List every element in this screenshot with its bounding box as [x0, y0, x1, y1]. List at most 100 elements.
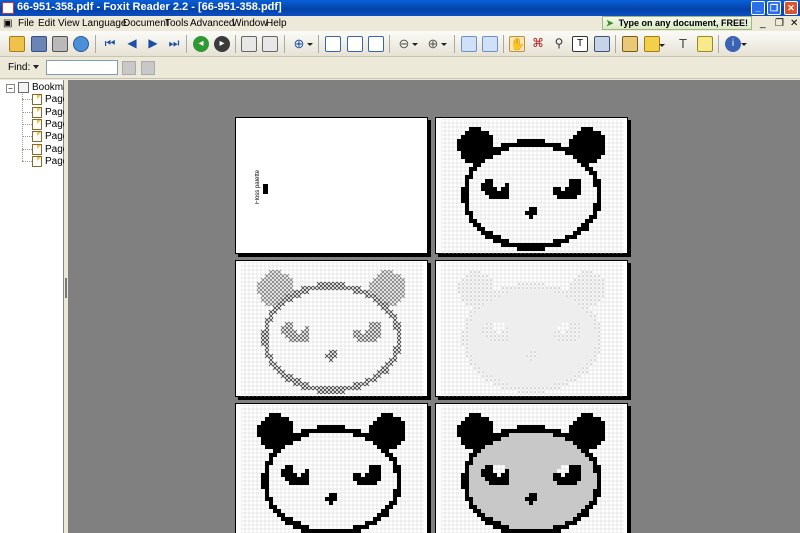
stitch-cell [509, 513, 513, 517]
stitch-cross [388, 297, 394, 303]
stitch-dot [526, 391, 528, 393]
stitch-cell [461, 151, 465, 155]
mdi-close-button[interactable]: ✕ [790, 18, 798, 29]
bookmark-panel-icon[interactable] [461, 36, 477, 52]
document-menu-icon[interactable]: ▣ [3, 18, 12, 29]
single-page-icon[interactable] [325, 36, 341, 52]
go-forward-icon[interactable]: ▸ [214, 36, 230, 52]
menu-help[interactable]: Help [266, 18, 287, 29]
snapshot-icon[interactable] [594, 36, 610, 52]
promo-banner[interactable]: ➤ Type on any document, FREE! [602, 16, 752, 30]
stitch-cell [513, 473, 517, 477]
zoom-in-icon[interactable]: ⊕ [291, 36, 313, 52]
stitch-cell [509, 310, 513, 314]
stitch-cell [577, 417, 581, 421]
thumbnail-panel-icon[interactable] [482, 36, 498, 52]
copy-page-icon[interactable] [262, 36, 278, 52]
stitch-cell [281, 421, 285, 425]
stitch-cell [565, 497, 569, 501]
stitch-cell [533, 461, 537, 465]
stitch-dot [578, 327, 580, 329]
stitch-cell [573, 473, 577, 477]
pdf-page-4[interactable] [435, 260, 628, 397]
save-icon[interactable] [31, 36, 47, 52]
stitch-cell [537, 481, 541, 485]
find-icon[interactable]: ⚲ [551, 36, 567, 52]
previous-page-icon[interactable]: ◀ [124, 36, 140, 52]
mdi-restore-button[interactable]: ❐ [775, 18, 784, 29]
next-page-icon[interactable]: ▶ [145, 36, 161, 52]
stitch-dot [586, 275, 588, 277]
stitch-cell [529, 461, 533, 465]
menu-file[interactable]: File [18, 18, 34, 29]
stitch-cell [581, 429, 585, 433]
info-icon[interactable]: i [725, 36, 747, 52]
stitch-cell [549, 366, 553, 370]
stitch-cell [473, 131, 477, 135]
stitch-cell [593, 151, 597, 155]
stitch-cell [553, 517, 557, 521]
foxit-app-icon[interactable] [2, 2, 14, 14]
email-icon[interactable] [73, 36, 89, 52]
find-previous-button[interactable] [122, 61, 136, 75]
stitch-cell [301, 433, 305, 437]
stitch-cell [481, 147, 485, 151]
rotate-left-icon[interactable]: ⊖ [396, 36, 418, 52]
stitch-cell [549, 473, 553, 477]
snapshot-page-icon[interactable] [241, 36, 257, 52]
stitch-cell [541, 425, 545, 429]
find-options-dropdown[interactable] [33, 63, 41, 71]
typewriter-icon[interactable]: T [572, 36, 588, 52]
stitch-cell [557, 477, 561, 481]
menu-window[interactable]: Window [232, 18, 268, 29]
find-next-button[interactable] [141, 61, 155, 75]
print-icon[interactable] [52, 36, 68, 52]
go-back-icon[interactable]: ◂ [193, 36, 209, 52]
stitch-cell [477, 501, 481, 505]
stitch-cell [525, 473, 529, 477]
continuous-page-icon[interactable] [347, 36, 363, 52]
stitch-cell [525, 334, 529, 338]
stitch-cell [517, 485, 521, 489]
stitch-cell [457, 147, 461, 151]
document-viewer[interactable]: Floss palette [68, 80, 800, 533]
menu-advanced[interactable]: Advanced [190, 18, 234, 29]
stitch-cell [529, 429, 533, 433]
pdf-page-1[interactable]: Floss palette [235, 117, 428, 254]
text-tool-icon[interactable]: T [675, 36, 691, 52]
menu-edit[interactable]: Edit [38, 18, 55, 29]
menu-tools[interactable]: Tools [165, 18, 188, 29]
last-page-icon[interactable]: ⏭ [166, 36, 182, 52]
pdf-page-3[interactable] [235, 260, 428, 397]
find-input[interactable] [46, 60, 118, 75]
highlight-icon[interactable] [622, 36, 638, 52]
menu-view[interactable]: View [58, 18, 80, 29]
restore-button[interactable]: ❐ [767, 1, 781, 15]
toolbar-separator [503, 35, 504, 53]
stitch-cell [389, 445, 393, 449]
hand-tool-icon[interactable]: ✋ [509, 36, 525, 52]
stitch-cell [273, 505, 277, 509]
first-page-icon[interactable]: ⏮ [102, 36, 118, 52]
note-icon[interactable] [644, 36, 665, 52]
stitch-cross [284, 281, 290, 287]
open-icon[interactable] [9, 36, 25, 52]
pdf-page-6[interactable] [435, 403, 628, 533]
mdi-minimize-button[interactable]: _ [760, 18, 766, 29]
facing-page-icon[interactable] [368, 36, 384, 52]
stitch-cell [273, 445, 277, 449]
comment-icon[interactable] [697, 36, 713, 52]
close-button[interactable]: ✕ [784, 1, 798, 15]
stitch-cell [485, 358, 489, 362]
menu-language[interactable]: Language [82, 18, 127, 29]
pdf-page-5[interactable] [235, 403, 428, 533]
stitch-cell [501, 497, 505, 501]
stitch-cross [256, 285, 262, 291]
collapse-toggle[interactable]: − [6, 84, 15, 93]
menu-document[interactable]: Document [123, 18, 169, 29]
pdf-page-2[interactable] [435, 117, 628, 254]
select-text-icon[interactable]: ⌘ [530, 36, 546, 52]
rotate-right-icon[interactable]: ⊕ [425, 36, 447, 52]
minimize-button[interactable]: _ [751, 1, 765, 15]
stitch-cell [557, 294, 561, 298]
